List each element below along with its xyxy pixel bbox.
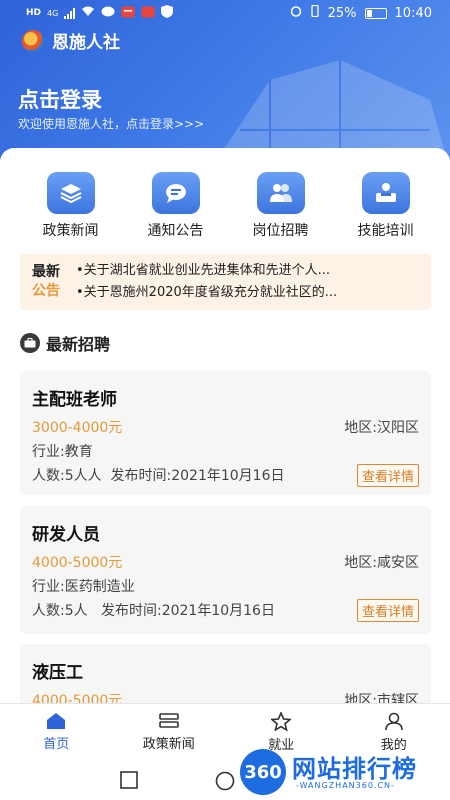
job-industry: 行业:教育 [32,444,93,460]
tab-home[interactable]: 首页 [0,704,113,760]
tab-label: 政策新闻 [142,737,195,752]
home-icon [47,713,66,729]
clock-time: 10:40 [394,5,432,21]
people-icon [256,172,305,214]
message-notify-icon [101,6,115,21]
job-region: 地区:咸安区 [344,555,419,571]
quick-link-jobs[interactable]: 岗位招聘 [228,172,333,240]
mail-notify-icon [121,6,135,21]
signal-icon [64,7,76,19]
watermark-logo: 360 网站排行榜 -WANGZHAN360.CN- [240,747,450,800]
briefcase-icon [20,333,40,353]
quick-link-label: 政策新闻 [42,223,99,239]
job-title: 液压工 [32,663,83,683]
section-title-text: 最新招聘 [46,335,111,354]
job-card[interactable]: 液压工 4000-5000元 地区:市辖区 [20,644,431,708]
recent-apps-icon[interactable] [120,771,138,789]
teacher-icon [361,172,410,214]
main-content: 政策新闻 通知公告 岗位招聘 技能培训 最新 公告 •关于湖北省就业创业先进集体… [0,148,450,708]
watermark-subtext: -WANGZHAN360.CN- [296,781,395,790]
layers-icon [46,172,95,214]
notice-tag: 最新 公告 [32,263,64,301]
app-logo-icon [22,29,44,52]
job-title: 主配班老师 [32,390,117,410]
app-title-bar: 恩施人社 [22,28,120,53]
quick-link-training[interactable]: 技能培训 [333,172,438,240]
app-name: 恩施人社 [52,33,120,53]
network-type-label: HD [26,8,42,18]
home-circle-icon[interactable] [215,771,235,791]
notice-tag-line1: 最新 [32,264,60,280]
app-notify-icon [141,6,155,21]
tab-label: 首页 [43,737,70,752]
login-title-link[interactable]: 点击登录 [18,84,102,114]
battery-icon [364,7,387,19]
job-salary: 4000-5000元 [32,555,123,571]
view-detail-button[interactable]: 查看详情 [356,599,419,622]
vibrate-icon [310,4,320,21]
quick-link-notice[interactable]: 通知公告 [123,172,228,240]
wifi-icon [81,6,95,20]
job-industry: 行业:医药制造业 [32,579,135,595]
notice-tag-line2: 公告 [32,283,60,299]
tab-policy-news[interactable]: 政策新闻 [113,704,226,760]
job-card[interactable]: 研发人员 4000-5000元 地区:咸安区 行业:医药制造业 人数:5人 发布… [20,506,431,634]
news-icon [158,713,179,728]
notice-item[interactable]: •关于恩施州2020年度省级充分就业社区的... [76,282,421,304]
shield-icon [161,5,174,21]
watermark-text: 网站排行榜 [292,755,417,783]
star-icon [271,712,292,731]
battery-percent: 25% [327,5,357,21]
login-subtitle-link[interactable]: 欢迎使用恩施人社，点击登录>>> [18,115,204,132]
job-meta: 人数:5人人 发布时间:2021年10月16日 [32,468,285,484]
quick-link-label: 技能培训 [357,223,414,239]
message-icon [151,172,200,214]
quick-link-label: 通知公告 [147,223,204,239]
notice-board: 最新 公告 •关于湖北省就业创业先进集体和先进个人... •关于恩施州2020年… [20,254,431,310]
section-title-latest-jobs: 最新招聘 [20,331,110,355]
job-title: 研发人员 [32,525,100,545]
building-background-graphic [216,60,448,160]
job-meta: 人数:5人 发布时间:2021年10月16日 [32,603,275,619]
quick-link-label: 岗位招聘 [252,223,309,239]
job-card[interactable]: 主配班老师 3000-4000元 地区:汉阳区 行业:教育 人数:5人人 发布时… [20,371,431,495]
net-4g-label: 4G [47,8,59,18]
user-icon [384,712,403,731]
quick-link-policy-news[interactable]: 政策新闻 [18,172,123,240]
job-region: 地区:汉阳区 [344,420,419,436]
status-bar: HD 4G 25% 10:40 [0,0,450,26]
job-salary: 3000-4000元 [32,420,123,436]
quick-links: 政策新闻 通知公告 岗位招聘 技能培训 [0,172,450,240]
header-banner: HD 4G 25% 10:40 恩施人社 点击登录 欢迎使用恩施人社，点击登录>… [0,0,450,160]
view-detail-button[interactable]: 查看详情 [356,464,419,487]
watermark-badge: 360 [240,749,286,795]
alarm-icon [290,5,302,21]
notice-item[interactable]: •关于湖北省就业创业先进集体和先进个人... [76,260,421,282]
